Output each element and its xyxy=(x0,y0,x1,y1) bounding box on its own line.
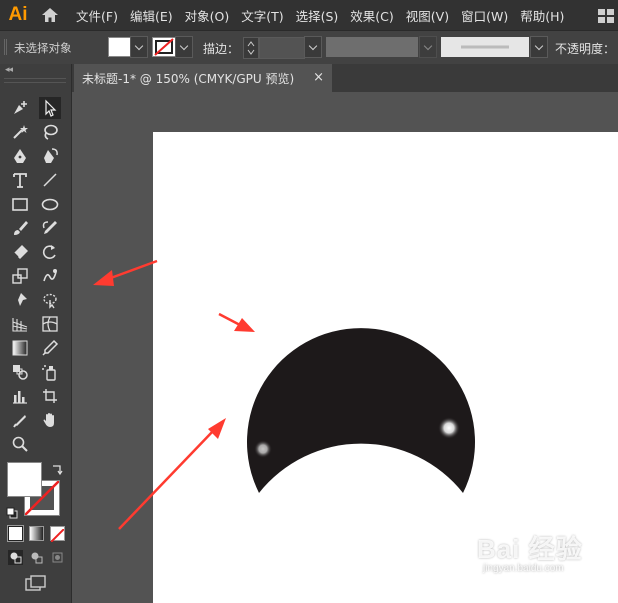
opacity-label[interactable]: 不透明度： xyxy=(555,40,615,57)
menu-item[interactable]: 视图(V) xyxy=(406,6,449,25)
rotate-tool[interactable] xyxy=(39,241,61,263)
menu-item[interactable]: 帮助(H) xyxy=(520,6,564,25)
perspective-grid-tool[interactable] xyxy=(9,313,31,335)
stroke-swatch[interactable] xyxy=(152,37,176,57)
selection-tool[interactable] xyxy=(39,97,61,119)
scale-tool[interactable] xyxy=(9,265,31,287)
symbol-sprayer-tool[interactable] xyxy=(39,361,61,383)
selection-status: 未选择对象 xyxy=(14,41,72,55)
magic-wand-tool[interactable] xyxy=(9,121,31,143)
control-bar: 未选择对象 描边： 不透明度： xyxy=(0,30,618,65)
fill-color-box-front[interactable] xyxy=(7,462,42,497)
stroke-weight-dropdown[interactable] xyxy=(304,36,322,58)
column-graph-tool[interactable] xyxy=(9,385,31,407)
screen-mode-icon[interactable] xyxy=(25,574,47,592)
close-icon[interactable]: × xyxy=(313,70,324,85)
zoom-tool[interactable] xyxy=(9,433,31,455)
hand-tool[interactable] xyxy=(39,409,61,431)
stroke-weight-stepper[interactable] xyxy=(243,37,259,59)
watermark-url: jingyan.baidu.com xyxy=(483,563,564,574)
artboard-tool[interactable] xyxy=(39,385,61,407)
watermark-brand: Bai 经验 xyxy=(477,534,583,564)
highlight-dot xyxy=(254,440,272,458)
fill-swatch[interactable] xyxy=(108,37,132,57)
blend-tool[interactable] xyxy=(9,361,31,383)
menu-item[interactable]: 对象(O) xyxy=(185,6,230,25)
gradient-tool[interactable] xyxy=(9,337,31,359)
none-mode-button[interactable] xyxy=(50,526,65,543)
default-fill-stroke-icon[interactable] xyxy=(6,504,18,519)
menu-bar: Ai 文件(F) 编辑(E) 对象(O) 文字(T) 选择(S) 效果(C) 视图(V) 窗口… xyxy=(0,0,618,30)
menu-item[interactable]: 文件(F) xyxy=(76,6,118,25)
line-segment-tool[interactable] xyxy=(39,169,61,191)
puppet-warp-tool[interactable] xyxy=(9,289,31,311)
menu-item[interactable]: 文字(T) xyxy=(241,6,283,25)
swap-fill-stroke-icon[interactable] xyxy=(50,462,64,476)
draw-normal-icon[interactable] xyxy=(8,550,23,565)
gradient-mode-button[interactable] xyxy=(29,526,44,541)
watermark: Bai 经验 jingyan.baidu.com xyxy=(477,529,583,574)
document-tab-title: 未标题-1* @ 150% (CMYK/GPU 预览) xyxy=(82,71,295,86)
collapse-icon[interactable]: ◂◂ xyxy=(5,65,13,75)
draw-behind-icon[interactable] xyxy=(29,550,44,565)
panel-grip[interactable] xyxy=(4,78,66,83)
menu-items: 文件(F) 编辑(E) 对象(O) 文字(T) 选择(S) 效果(C) 视图(V) 窗口(W)… xyxy=(76,6,576,25)
crescent-artwork[interactable] xyxy=(72,92,618,603)
color-mode-button[interactable] xyxy=(7,525,24,542)
home-icon[interactable] xyxy=(36,0,64,30)
variable-width-profile[interactable] xyxy=(326,37,418,57)
draw-inside-icon[interactable] xyxy=(50,550,65,565)
rectangle-tool[interactable] xyxy=(9,193,31,215)
pencil-tool[interactable] xyxy=(39,217,61,239)
menu-item[interactable]: 编辑(E) xyxy=(130,6,173,25)
menu-item[interactable]: 效果(C) xyxy=(350,6,393,25)
curvature-tool[interactable] xyxy=(39,145,61,167)
add-anchor-point-tool[interactable] xyxy=(9,97,31,119)
menu-item[interactable]: 选择(S) xyxy=(296,6,339,25)
slice-tool[interactable] xyxy=(9,409,31,431)
warp-tool[interactable] xyxy=(39,265,61,287)
eyedropper-tool[interactable] xyxy=(39,337,61,359)
fill-dropdown[interactable] xyxy=(130,36,148,58)
document-tab-bar: 未标题-1* @ 150% (CMYK/GPU 预览) × xyxy=(72,64,618,92)
mesh-tool[interactable] xyxy=(39,313,61,335)
highlight-dot xyxy=(438,417,460,439)
stroke-weight-field[interactable] xyxy=(259,37,305,59)
shape-builder-tool[interactable] xyxy=(39,289,61,311)
brush-dropdown[interactable] xyxy=(530,36,548,58)
workspace-switcher-icon[interactable] xyxy=(598,8,614,27)
canvas-area[interactable] xyxy=(72,92,618,603)
type-tool[interactable] xyxy=(9,169,31,191)
profile-dropdown[interactable] xyxy=(419,36,437,58)
app-logo: Ai xyxy=(8,4,28,25)
brush-definition[interactable] xyxy=(441,37,529,57)
stroke-dropdown[interactable] xyxy=(175,36,193,58)
lasso-tool[interactable] xyxy=(39,121,61,143)
crescent-shape[interactable] xyxy=(246,328,475,493)
ellipse-tool[interactable] xyxy=(39,193,61,215)
menu-item[interactable]: 窗口(W) xyxy=(461,6,508,25)
paintbrush-tool[interactable] xyxy=(9,217,31,239)
document-tab[interactable]: 未标题-1* @ 150% (CMYK/GPU 预览) × xyxy=(74,64,332,92)
tools-panel: ◂◂ xyxy=(0,64,72,603)
pen-tool[interactable] xyxy=(9,145,31,167)
eraser-tool[interactable] xyxy=(9,241,31,263)
stroke-label: 描边： xyxy=(203,42,240,56)
grip-icon xyxy=(4,39,7,55)
